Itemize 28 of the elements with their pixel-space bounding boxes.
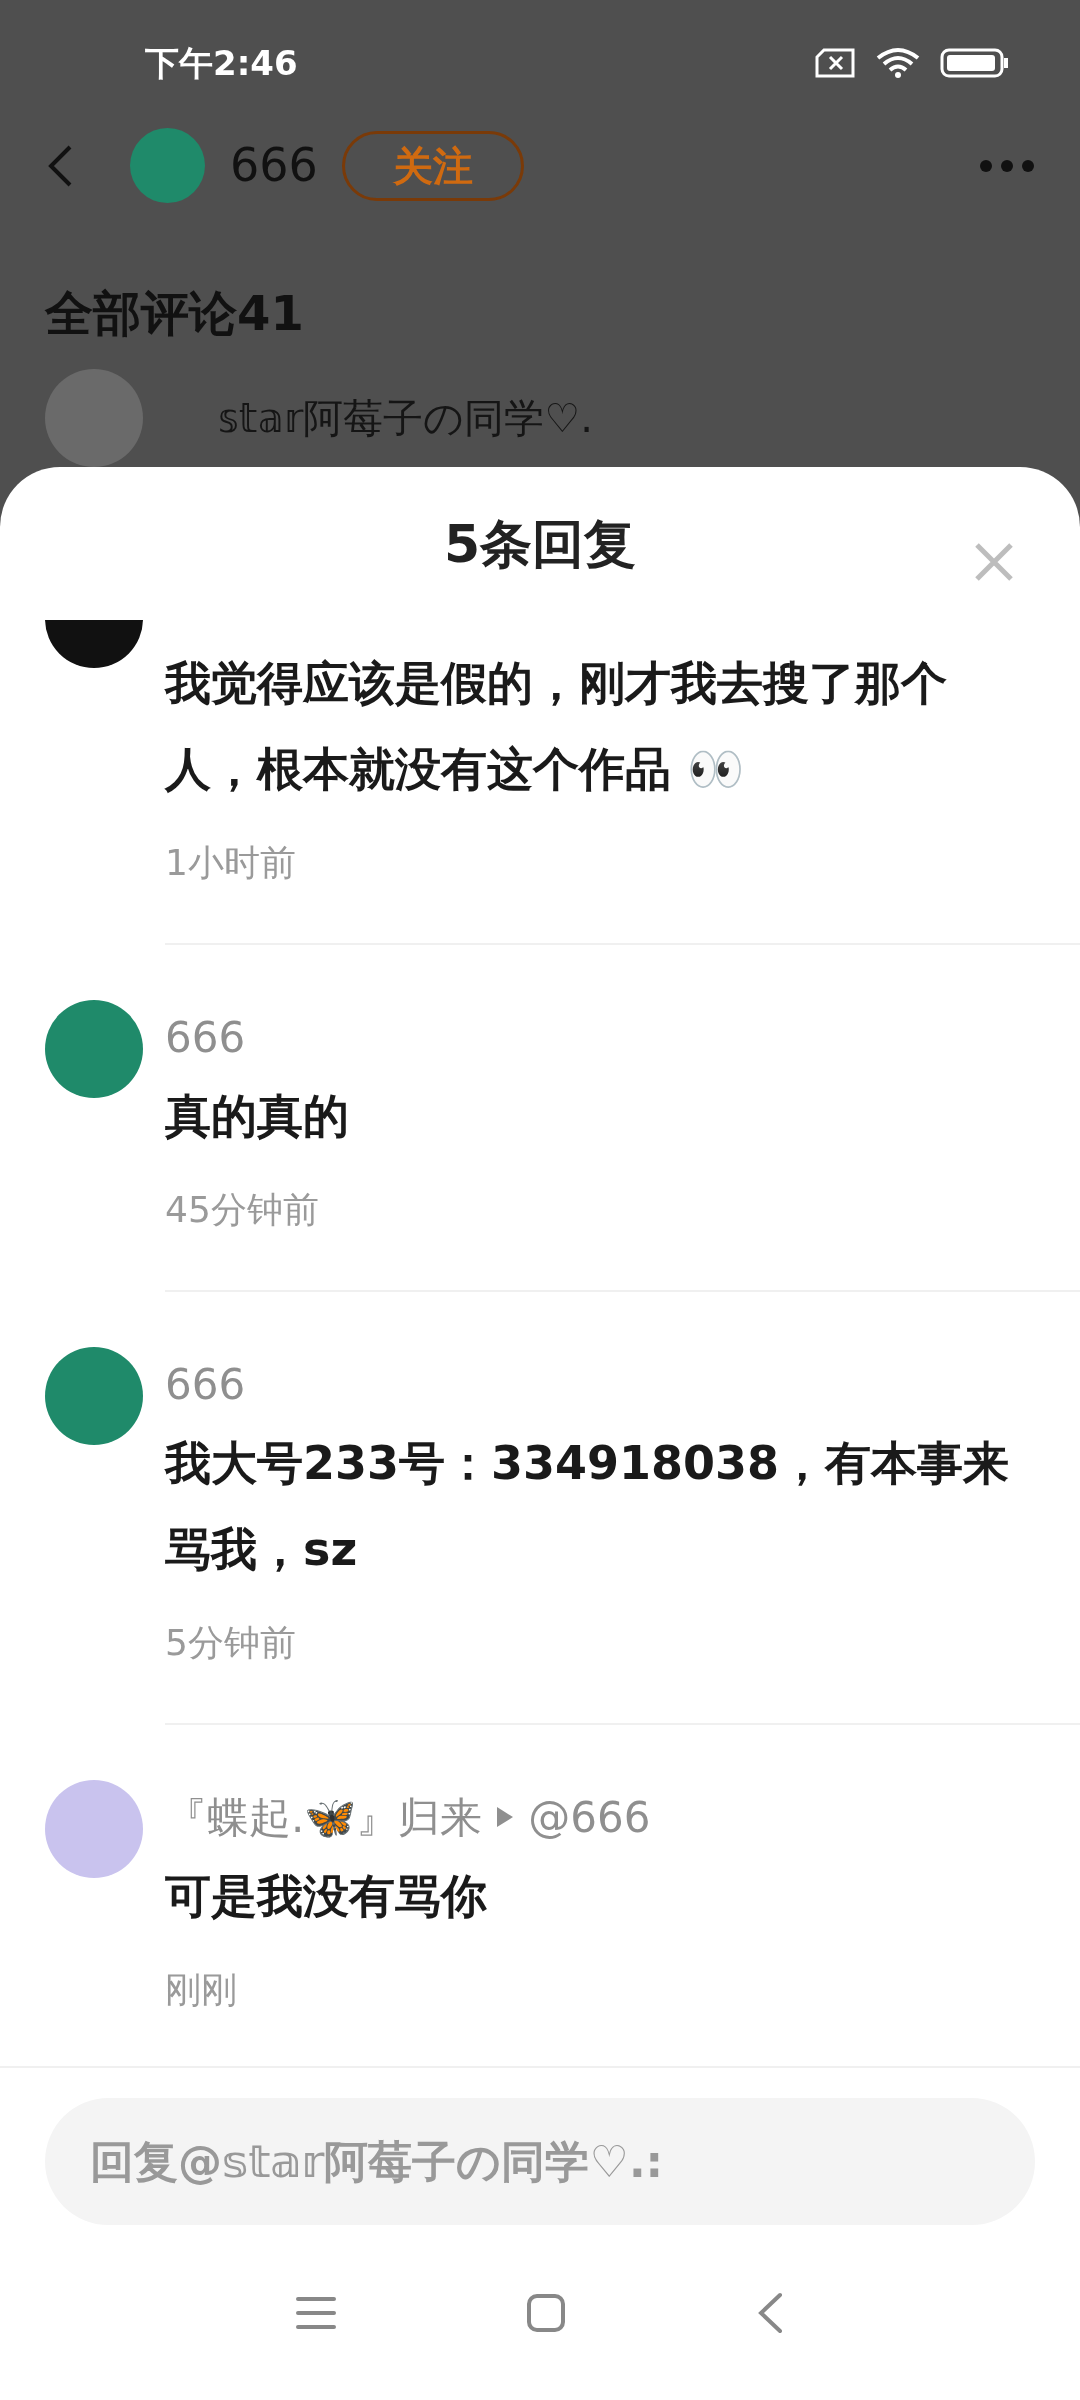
reply-text: 可是我没有骂你 — [165, 1868, 488, 1925]
reply-text: 我大号233号：334918038，有本事来骂我，sz — [165, 1435, 1011, 1578]
reply-time: 1小时前 — [165, 841, 297, 885]
reply-author[interactable]: 666 — [165, 1005, 246, 1069]
reply-text: 真的真的 — [165, 1088, 350, 1145]
reply-time: 5分钟前 — [165, 1621, 297, 1665]
play-icon — [496, 1806, 515, 1828]
back-icon[interactable] — [756, 2291, 784, 2334]
sim-card-icon — [814, 48, 856, 79]
reply-field[interactable]: 回复@𝕤𝕥𝕒𝕣阿莓子の同学♡.: — [45, 2098, 1035, 2225]
sheet-title: 5条回复 — [443, 512, 637, 576]
home-icon[interactable] — [526, 2292, 566, 2333]
commenter-name: 𝕤𝕥𝕒𝕣阿莓子の同学♡. — [218, 394, 593, 443]
battery-icon — [940, 48, 1010, 79]
menu-icon[interactable] — [296, 2294, 336, 2331]
reply-time: 45分钟前 — [165, 1188, 320, 1232]
close-icon[interactable] — [974, 542, 1014, 582]
reply-author[interactable]: 『蝶起.🦋』归来 — [165, 1785, 483, 1849]
author-name: 666 — [230, 137, 318, 195]
status-time: 下午2:46 — [145, 41, 298, 85]
reply-target[interactable]: @666 — [528, 1785, 651, 1849]
more-icon[interactable] — [979, 158, 1035, 173]
reply-text: 我觉得应该是假的，刚才我去搜了那个人，根本就没有这个作品 👀 — [165, 655, 948, 798]
comments-title: 全部评论41 — [45, 285, 304, 341]
follow-button[interactable]: 关注 — [341, 130, 524, 201]
wifi-icon — [874, 46, 922, 81]
reply-author[interactable]: 666 — [165, 1352, 246, 1416]
reply-time: 刚刚 — [165, 1968, 238, 2012]
